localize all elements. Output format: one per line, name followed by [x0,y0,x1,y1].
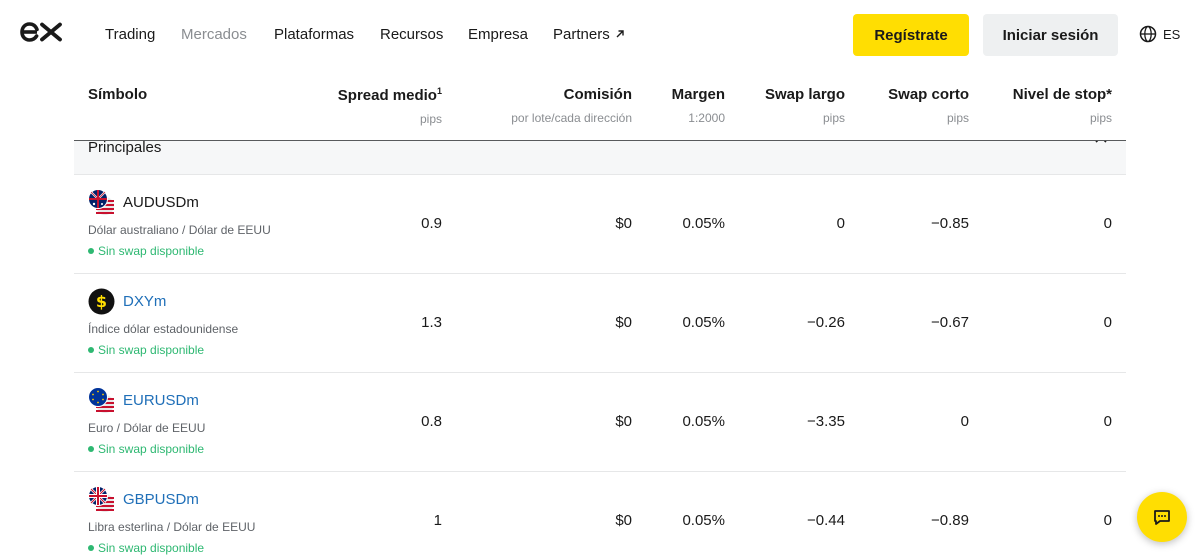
symbol-name[interactable]: EURUSDm [123,392,199,409]
swap-free-label: Sin swap disponible [98,541,205,555]
margin-value: 0.05% [682,512,725,529]
header-simbolo-title: Símbolo [88,86,148,103]
swap-free-badge: Sin swap disponible [88,343,238,357]
status-dot-icon [88,446,94,452]
status-dot-icon [88,545,94,551]
header-margen-title: Margen [671,86,725,103]
nav-link-partners[interactable]: Partners [553,26,625,43]
exness-logo-icon[interactable] [20,20,64,48]
swap-free-label: Sin swap disponible [98,442,205,456]
table-row: AUDUSDm Dólar australiano / Dólar de EEU… [74,175,1126,274]
header-swap-corto-unit: pips [946,111,969,125]
header-swap-largo: Swap largo pips [765,86,845,125]
commission-value: $0 [615,413,632,430]
nav-link-partners-label: Partners [553,26,610,43]
table-header: Símbolo Spread medio1 pips Comisión por … [74,70,1126,141]
symbol-cell: GBPUSDm Libra esterlina / Dólar de EEUU … [88,486,255,555]
group-label: Principales [88,139,162,156]
flag-au-us-icon [88,189,114,215]
symbol-cell: EURUSDm Euro / Dólar de EEUU Sin swap di… [88,387,205,456]
swap-free-badge: Sin swap disponible [88,244,271,258]
svg-text:$: $ [96,292,107,311]
header-comision-unit: por lote/cada dirección [511,111,632,125]
header-swap-corto-title: Swap corto [888,86,969,103]
header-spread-unit: pips [419,112,442,126]
header-nivel-stop-title: Nivel de stop* [1012,86,1112,103]
swap-short-value: 0 [960,413,969,430]
swap-free-badge: Sin swap disponible [88,442,205,456]
nav-link-empresa[interactable]: Empresa [468,26,528,43]
header-nivel-stop-unit: pips [1089,111,1112,125]
symbol-cell: $ DXYm Índice dólar estadounidense Sin s… [88,288,238,357]
header-swap-corto: Swap corto pips [888,86,969,125]
table-row: $ DXYm Índice dólar estadounidense Sin s… [74,274,1126,373]
margin-value: 0.05% [682,215,725,232]
header-spread-title: Spread medio [337,87,437,104]
symbol-description: Dólar australiano / Dólar de EEUU [88,223,271,237]
header-comision: Comisión por lote/cada dirección [511,86,632,125]
header-spread-footnote: 1 [436,86,442,96]
commission-value: $0 [615,215,632,232]
stop-level-value: 0 [1103,215,1112,232]
commission-value: $0 [615,314,632,331]
spread-value: 1.3 [421,314,442,331]
spread-value: 1 [433,512,442,529]
header-spread: Spread medio1 pips [338,86,442,126]
swap-short-value: −0.89 [931,512,969,529]
swap-long-value: −3.35 [807,413,845,430]
top-nav: Trading Mercados Plataformas Recursos Em… [0,0,1200,70]
swap-short-value: −0.67 [931,314,969,331]
header-nivel-stop: Nivel de stop* pips [1013,86,1112,125]
swap-short-value: −0.85 [931,215,969,232]
swap-long-value: 0 [836,215,845,232]
header-margen: Margen 1:2000 [672,86,725,125]
swap-free-label: Sin swap disponible [98,244,205,258]
nav-link-recursos[interactable]: Recursos [380,26,443,43]
swap-free-badge: Sin swap disponible [88,541,255,555]
chat-button[interactable] [1137,492,1187,542]
table-row: EURUSDm Euro / Dólar de EEUU Sin swap di… [74,373,1126,472]
status-dot-icon [88,248,94,254]
symbol-name[interactable]: GBPUSDm [123,491,199,508]
flag-eu-us-icon [88,387,114,413]
login-button[interactable]: Iniciar sesión [983,14,1118,56]
commission-value: $0 [615,512,632,529]
external-arrow-icon [616,30,624,38]
header-swap-largo-unit: pips [822,111,845,125]
stop-level-value: 0 [1103,512,1112,529]
nav-link-trading[interactable]: Trading [105,26,155,43]
header-margen-unit: 1:2000 [688,111,725,125]
register-button[interactable]: Regístrate [853,14,969,56]
language-selector[interactable]: ES [1139,25,1180,43]
symbol-description: Euro / Dólar de EEUU [88,421,206,435]
status-dot-icon [88,347,94,353]
spread-value: 0.9 [421,215,442,232]
language-label: ES [1163,26,1181,42]
margin-value: 0.05% [682,314,725,331]
header-simbolo: Símbolo [88,86,147,103]
symbol-cell: AUDUSDm Dólar australiano / Dólar de EEU… [88,189,271,258]
margin-value: 0.05% [682,413,725,430]
nav-link-plataformas[interactable]: Plataformas [274,26,354,43]
stop-level-value: 0 [1103,413,1112,430]
symbol-description: Libra esterlina / Dólar de EEUU [88,520,256,534]
chat-icon [1154,510,1170,525]
table-row: GBPUSDm Libra esterlina / Dólar de EEUU … [74,472,1126,556]
swap-long-value: −0.44 [807,512,845,529]
symbol-description: Índice dólar estadounidense [88,322,239,336]
spread-value: 0.8 [421,413,442,430]
flag-gb-us-icon [88,486,114,512]
dollar-coin-icon: $ [88,288,115,315]
header-comision-title: Comisión [563,86,632,103]
stop-level-value: 0 [1103,314,1112,331]
swap-free-label: Sin swap disponible [98,343,205,357]
header-swap-largo-title: Swap largo [764,86,845,103]
globe-icon [1139,25,1157,43]
swap-long-value: −0.26 [807,314,845,331]
nav-link-mercados[interactable]: Mercados [181,26,247,43]
symbol-name[interactable]: DXYm [123,293,166,310]
symbol-name[interactable]: AUDUSDm [123,194,199,211]
